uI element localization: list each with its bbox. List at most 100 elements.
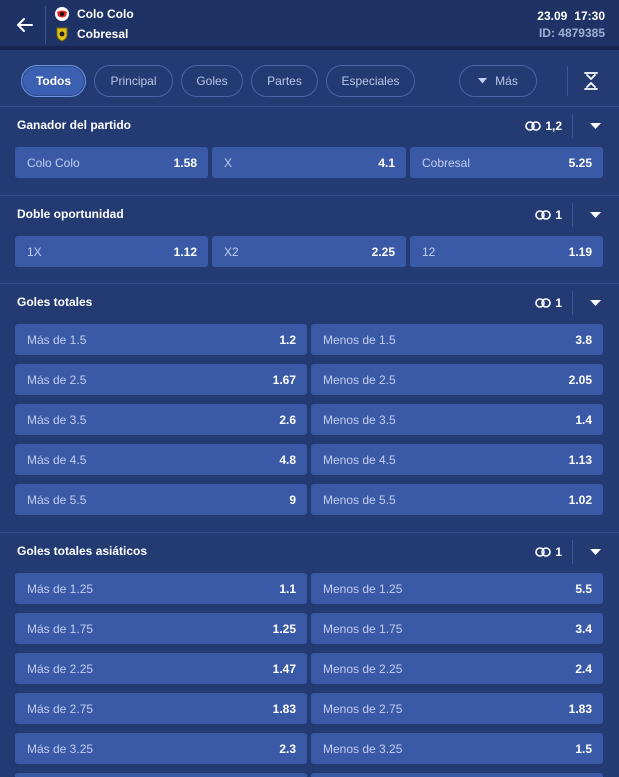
- odd-button[interactable]: Menos de 1.75 3.4: [311, 613, 603, 644]
- odd-label: Menos de 2.75: [323, 702, 403, 716]
- odd-button[interactable]: X2 2.25: [212, 236, 406, 267]
- match-time: 17:30: [574, 9, 605, 23]
- odd-button[interactable]: Más de 2.5 1.67: [15, 364, 307, 395]
- odd-label: X2: [224, 245, 239, 259]
- odd-button[interactable]: 12 1.19: [410, 236, 603, 267]
- market-count: 1: [555, 545, 562, 559]
- market-title: Goles totales asiáticos: [17, 544, 148, 558]
- tab-label: Principal: [110, 74, 157, 88]
- odd-value: 4.1: [378, 156, 395, 170]
- market-count: 1,2: [545, 119, 562, 133]
- tab-label: Goles: [196, 74, 228, 88]
- odd-label: Más de 1.25: [27, 582, 94, 596]
- odd-button[interactable]: Más de 3.25 2.3: [15, 733, 307, 764]
- home-team-name: Colo Colo: [77, 7, 134, 21]
- odd-label: Menos de 3.5: [323, 413, 396, 427]
- odd-value: 2.3: [279, 742, 296, 756]
- chevron-down-icon[interactable]: [585, 293, 605, 313]
- tabs-divider: [567, 66, 568, 96]
- collapse-all-button[interactable]: [576, 66, 606, 96]
- odd-button[interactable]: Más de 3.5 2.6: [15, 404, 307, 435]
- market-tabs: Todos Principal Goles Partes Especiales …: [0, 54, 619, 107]
- odd-button[interactable]: Menos de 1.5 3.8: [311, 324, 603, 355]
- tab-especiales[interactable]: Especiales: [326, 65, 415, 97]
- odd-value: 1.67: [272, 373, 296, 387]
- market-total-goals: Goles totales 1 Más de 1.5 1.2 Menos de 1.5 3…: [0, 284, 619, 533]
- odd-label: Menos de 4.5: [323, 453, 396, 467]
- odd-button[interactable]: Menos de 4.5 1.13: [311, 444, 603, 475]
- tools-divider: [572, 203, 573, 227]
- market-match-winner: Ganador del partido 1,2 Colo Colo 1.58 X 4.1 C…: [0, 107, 619, 196]
- tools-divider: [572, 291, 573, 315]
- odd-value: 3.8: [575, 333, 592, 347]
- tab-mas[interactable]: Más: [459, 65, 537, 97]
- odd-button[interactable]: Más de 2.75 1.83: [15, 693, 307, 724]
- tab-label: Especiales: [341, 74, 400, 88]
- odd-button[interactable]: Más de 5.5 9: [15, 484, 307, 515]
- home-team: Colo Colo: [54, 6, 134, 22]
- odd-button[interactable]: Menos de 5.5 1.02: [311, 484, 603, 515]
- odd-value: 1.13: [568, 453, 592, 467]
- odd-button[interactable]: Más de 4.5 4.8: [15, 444, 307, 475]
- odd-value: 1.12: [173, 245, 197, 259]
- odd-value: 1.19: [568, 245, 592, 259]
- odd-button[interactable]: Menos de 2.75 1.83: [311, 693, 603, 724]
- odd-label: Más de 3.5: [27, 413, 87, 427]
- odd-label: Menos de 1.25: [323, 582, 403, 596]
- tab-label: Más: [495, 74, 518, 88]
- odd-label: Más de 1.75: [27, 622, 94, 636]
- odd-button[interactable]: Menos de 3.5 1.4: [311, 404, 603, 435]
- tab-partes[interactable]: Partes: [251, 65, 318, 97]
- odd-button[interactable]: Menos de 2.5 2.05: [311, 364, 603, 395]
- market-double-chance: Doble oportunidad 1 1X 1.12 X2 2.25 12 1.19: [0, 196, 619, 284]
- odd-value: 1.02: [568, 493, 592, 507]
- collapse-vertical-icon: [584, 72, 598, 90]
- tab-goles[interactable]: Goles: [181, 65, 243, 97]
- odd-value: 3.4: [575, 622, 592, 636]
- odd-button[interactable]: 1X 1.12: [15, 236, 208, 267]
- link-icon[interactable]: [535, 547, 552, 557]
- odd-button[interactable]: Cobresal 5.25: [410, 147, 603, 178]
- chevron-down-icon[interactable]: [585, 542, 605, 562]
- odd-button[interactable]: Menos de 3.25 1.5: [311, 733, 603, 764]
- chevron-down-icon[interactable]: [585, 205, 605, 225]
- odd-button[interactable]: X 4.1: [212, 147, 406, 178]
- link-icon[interactable]: [525, 121, 542, 131]
- link-icon[interactable]: [535, 298, 552, 308]
- odd-label: Más de 1.5: [27, 333, 87, 347]
- market-asian-total-goals: Goles totales asiáticos 1 Más de 1.25 1.1 Me…: [0, 533, 619, 777]
- market-title: Ganador del partido: [17, 118, 132, 132]
- odd-button[interactable]: [15, 773, 307, 777]
- odd-button[interactable]: Menos de 1.25 5.5: [311, 573, 603, 604]
- odd-label: 1X: [27, 245, 42, 259]
- odd-button[interactable]: Más de 1.75 1.25: [15, 613, 307, 644]
- match-meta: 23.09 17:30 ID: 4879385: [537, 9, 605, 40]
- odd-button[interactable]: Más de 2.25 1.47: [15, 653, 307, 684]
- odd-value: 1.25: [272, 622, 296, 636]
- odd-label: Más de 3.25: [27, 742, 94, 756]
- odd-button[interactable]: Colo Colo 1.58: [15, 147, 208, 178]
- back-button[interactable]: [12, 12, 38, 38]
- odd-label: Menos de 2.25: [323, 662, 403, 676]
- home-team-logo: [54, 6, 70, 22]
- link-icon[interactable]: [535, 210, 552, 220]
- odd-value: 5.25: [568, 156, 592, 170]
- odd-value: 1.47: [272, 662, 296, 676]
- chevron-down-icon[interactable]: [585, 116, 605, 136]
- tab-todos[interactable]: Todos: [21, 65, 86, 97]
- match-id: ID: 4879385: [538, 26, 605, 40]
- odd-value: 1.4: [575, 413, 592, 427]
- odd-value: 1.83: [568, 702, 592, 716]
- odd-button[interactable]: Menos de 2.25 2.4: [311, 653, 603, 684]
- market-count: 1: [555, 296, 562, 310]
- tab-principal[interactable]: Principal: [94, 65, 173, 97]
- caret-down-icon: [478, 78, 488, 84]
- odd-label: Menos de 2.5: [323, 373, 396, 387]
- market-title: Doble oportunidad: [17, 207, 124, 221]
- market-count: 1: [555, 208, 562, 222]
- odd-button[interactable]: Más de 1.5 1.2: [15, 324, 307, 355]
- odd-label: Más de 4.5: [27, 453, 87, 467]
- odd-button[interactable]: [311, 773, 603, 777]
- odd-button[interactable]: Más de 1.25 1.1: [15, 573, 307, 604]
- odd-value: 2.25: [371, 245, 395, 259]
